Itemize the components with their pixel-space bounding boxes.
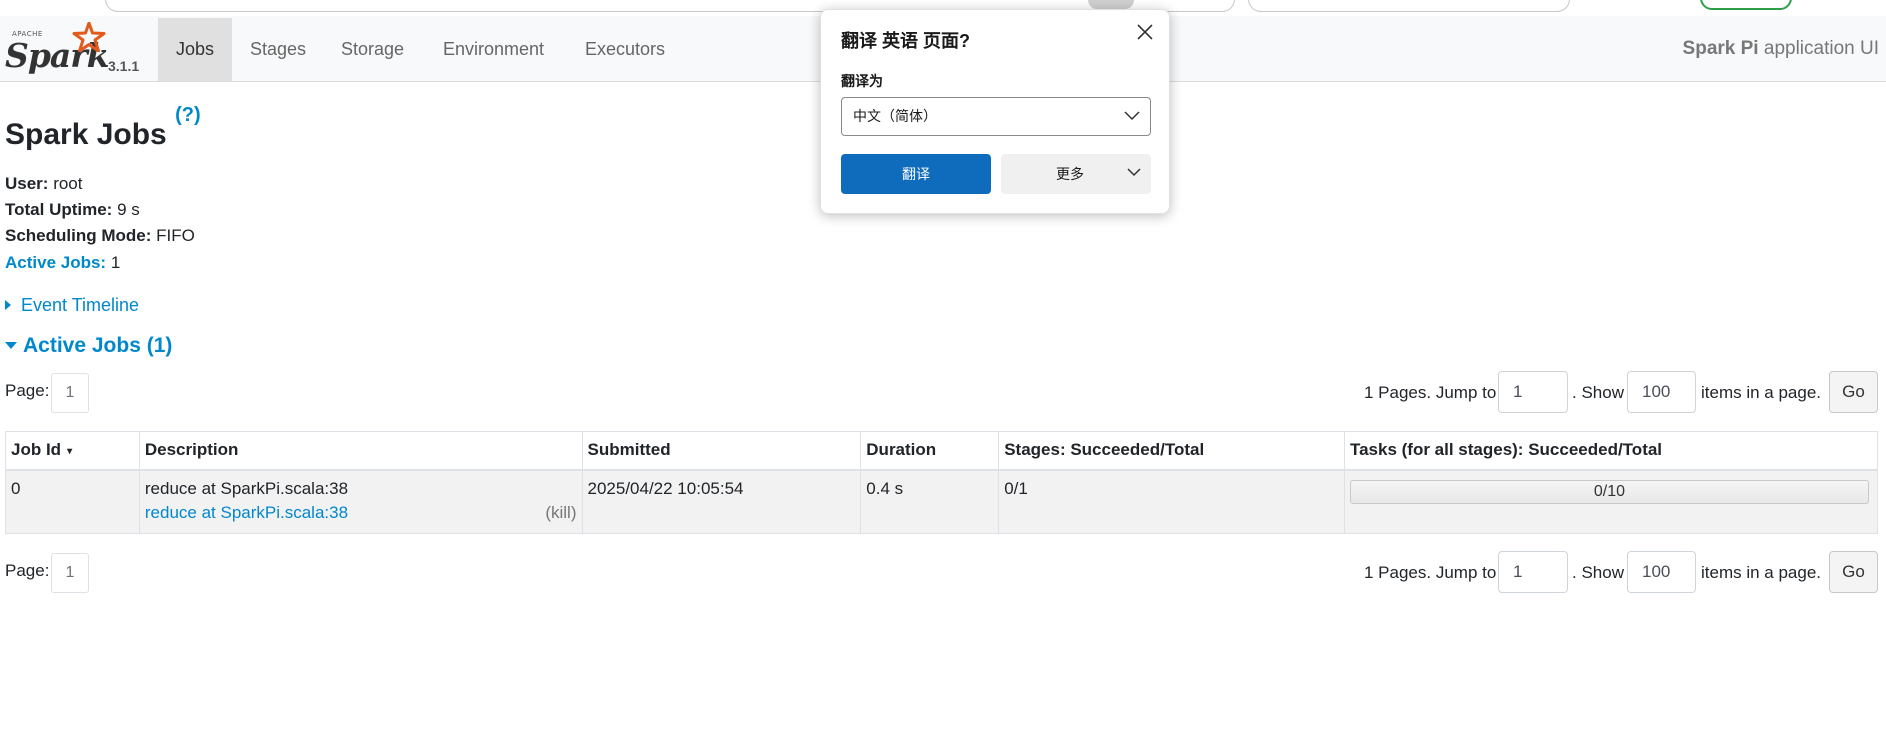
help-link[interactable]: (?) bbox=[175, 104, 201, 126]
job-description-text: reduce at SparkPi.scala:38 bbox=[144, 478, 349, 498]
pagination-top: Page: 1 1 Pages. Jump to 1 . Show 100 it… bbox=[0, 371, 1886, 415]
stages-cell: 0/1 bbox=[998, 469, 1345, 534]
job-description-link[interactable]: reduce at SparkPi.scala:38 bbox=[145, 503, 348, 523]
expanded-arrow-icon bbox=[5, 342, 17, 349]
page-title: Spark Jobs (?) bbox=[5, 104, 201, 151]
tasks-cell: 0/10 bbox=[1343, 469, 1879, 534]
go-button[interactable]: Go bbox=[1829, 551, 1878, 593]
translate-indicator-icon[interactable] bbox=[1088, 0, 1134, 9]
tab-environment[interactable]: Environment bbox=[425, 18, 562, 81]
scheduling-mode-info: Scheduling Mode: FIFO bbox=[5, 226, 195, 245]
column-header-submitted[interactable]: Submitted bbox=[581, 431, 862, 471]
tasks-progress-bar: 0/10 bbox=[1349, 479, 1869, 504]
column-header-description[interactable]: Description bbox=[138, 431, 583, 471]
translate-to-label: 翻译为 bbox=[841, 73, 883, 89]
description-cell: reduce at SparkPi.scala:38 reduce at Spa… bbox=[138, 469, 583, 534]
profile-button[interactable] bbox=[1700, 0, 1792, 10]
submitted-cell: 2025/04/22 10:05:54 bbox=[581, 469, 862, 534]
more-options-button[interactable]: 更多 bbox=[1001, 154, 1151, 194]
target-language-select[interactable]: 中文（简体） bbox=[841, 97, 1151, 136]
collapsed-arrow-icon bbox=[5, 300, 11, 310]
go-button[interactable]: Go bbox=[1829, 371, 1878, 413]
column-header-tasks[interactable]: Tasks (for all stages): Succeeded/Total bbox=[1343, 431, 1879, 471]
application-name: Spark Pi application UI bbox=[1682, 38, 1879, 59]
active-jobs-toggle[interactable]: Active Jobs (1) bbox=[5, 334, 172, 358]
duration-cell: 0.4 s bbox=[860, 469, 1000, 534]
pagination-bottom: Page: 1 1 Pages. Jump to 1 . Show 100 it… bbox=[0, 551, 1886, 595]
translate-button[interactable]: 翻译 bbox=[841, 154, 991, 194]
sort-desc-icon: ▾ bbox=[67, 446, 73, 458]
page-size-input[interactable]: 100 bbox=[1627, 551, 1696, 593]
column-header-stages[interactable]: Stages: Succeeded/Total bbox=[998, 431, 1345, 471]
tab-executors[interactable]: Executors bbox=[567, 18, 683, 81]
table-header-row: Job Id ▾ Description Submitted Duration S… bbox=[5, 431, 1879, 471]
translate-page-popup: 翻译 英语 页面? 翻译为 中文（简体） 翻译 更多 bbox=[820, 9, 1170, 214]
event-timeline-toggle[interactable]: Event Timeline bbox=[5, 295, 139, 316]
tab-storage[interactable]: Storage bbox=[323, 18, 422, 81]
user-info: User: root bbox=[5, 174, 83, 193]
active-jobs-link[interactable]: Active Jobs: bbox=[5, 253, 106, 272]
uptime-info: Total Uptime: 9 s bbox=[5, 200, 140, 219]
active-jobs-table: Job Id ▾ Description Submitted Duration S… bbox=[5, 431, 1879, 534]
chevron-down-icon bbox=[1124, 111, 1140, 121]
spark-version: 3.1.1 bbox=[108, 58, 140, 74]
browser-search-box[interactable] bbox=[1248, 0, 1570, 12]
kill-job-link[interactable]: (kill) bbox=[545, 503, 576, 523]
chevron-down-icon bbox=[1127, 168, 1141, 177]
column-header-job-id[interactable]: Job Id ▾ bbox=[5, 431, 140, 471]
page-number-button[interactable]: 1 bbox=[51, 373, 89, 413]
jump-to-page-input[interactable]: 1 bbox=[1498, 551, 1568, 593]
spark-logo[interactable]: APACHE Spark 3.1.1 bbox=[4, 22, 144, 78]
active-jobs-summary: Active Jobs: 1 bbox=[5, 253, 121, 272]
job-id-cell: 0 bbox=[5, 469, 140, 534]
translate-popup-title: 翻译 英语 页面? bbox=[841, 31, 970, 51]
tab-jobs[interactable]: Jobs bbox=[158, 18, 233, 81]
spark-star-icon bbox=[72, 22, 106, 52]
tab-stages[interactable]: Stages bbox=[232, 18, 324, 81]
page-number-button[interactable]: 1 bbox=[51, 553, 89, 593]
column-header-duration[interactable]: Duration bbox=[860, 431, 1000, 471]
table-row: 0 reduce at SparkPi.scala:38 reduce at S… bbox=[5, 469, 1879, 534]
close-icon[interactable] bbox=[1131, 18, 1159, 46]
page-size-input[interactable]: 100 bbox=[1627, 371, 1696, 413]
jump-to-page-input[interactable]: 1 bbox=[1498, 371, 1568, 413]
